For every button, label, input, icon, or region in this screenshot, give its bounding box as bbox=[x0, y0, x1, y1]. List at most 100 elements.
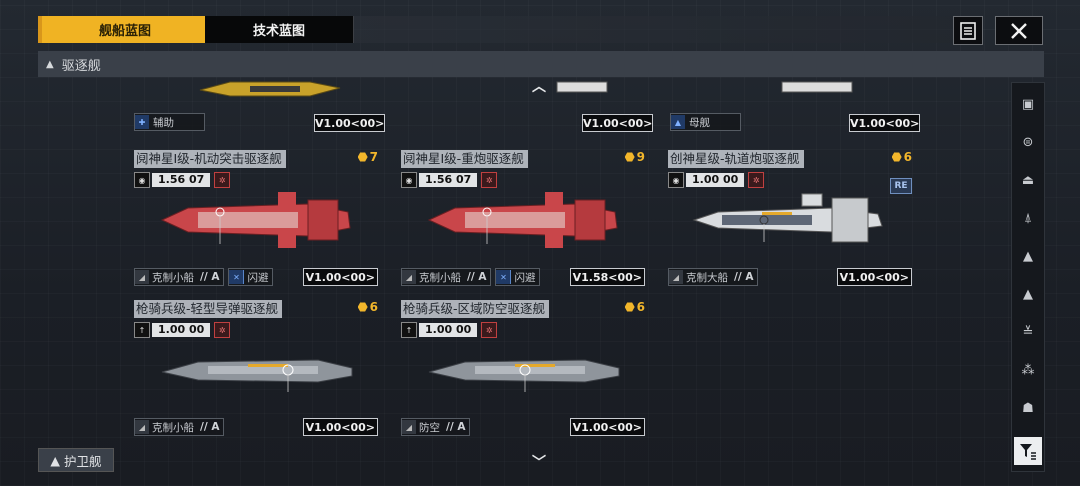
tag-grade: // A bbox=[467, 271, 487, 283]
ship-image-partial-right bbox=[781, 81, 853, 93]
section-header-destroyer[interactable]: ▲ 驱逐舰 bbox=[38, 51, 1044, 77]
stat-row: ◉ 1.56 07 ✲ bbox=[401, 172, 498, 188]
notes-button[interactable] bbox=[953, 16, 983, 45]
stat-value: 1.00 00 bbox=[152, 323, 211, 337]
sidebar-item-battlecruiser[interactable]: ⏏ bbox=[1012, 163, 1044, 197]
collapse-triangle-icon: ▲ bbox=[46, 58, 54, 70]
cost-hex-icon bbox=[624, 152, 635, 162]
auxiliary-class-icon: ☗ bbox=[1022, 400, 1034, 416]
counter-icon: ◢ bbox=[135, 270, 149, 284]
stat-value: 1.00 00 bbox=[686, 173, 745, 187]
section-header-frigate[interactable]: ▲ 护卫舰 bbox=[38, 448, 114, 472]
support-icon: ✚ bbox=[135, 115, 149, 129]
ship-image-partial-middle bbox=[556, 81, 608, 93]
ship-image bbox=[428, 359, 620, 392]
cost-badge: 9 bbox=[624, 150, 645, 164]
tag-grade: // A bbox=[446, 421, 466, 433]
counter-icon: ◢ bbox=[135, 420, 149, 434]
document-icon bbox=[960, 21, 976, 40]
ship-card[interactable]: 枪骑兵级-区域防空驱逐舰 6 ↑ 1.00 00 ✲ ◢ 防空 // A V1.00… bbox=[401, 300, 647, 440]
faction-icon: ✲ bbox=[481, 172, 498, 188]
sidebar-item-carrier[interactable]: ▣ bbox=[1012, 87, 1044, 121]
cost-hex-icon bbox=[624, 302, 635, 312]
faction-icon: ✲ bbox=[214, 322, 231, 338]
tab-tech-blueprints[interactable]: 技术蓝图 bbox=[205, 16, 354, 43]
cost-value: 9 bbox=[636, 150, 645, 164]
speed-icon: ◉ bbox=[668, 172, 684, 188]
stat-row: ◉ 1.56 07 ✲ bbox=[134, 172, 231, 188]
evade-icon: ✕ bbox=[229, 270, 245, 284]
battlecruiser-class-icon: ⏏ bbox=[1021, 172, 1035, 188]
stat-value: 1.56 07 bbox=[419, 173, 478, 187]
close-icon bbox=[1011, 22, 1027, 39]
counter-icon: ◢ bbox=[402, 270, 416, 284]
ship-image-partial-auxiliary bbox=[199, 81, 341, 97]
anti-air-icon: ◢ bbox=[402, 420, 416, 434]
sidebar-item-cruiser[interactable]: ⍋ bbox=[1012, 201, 1044, 235]
filter-button[interactable] bbox=[1014, 437, 1042, 465]
sidebar-item-corvette[interactable]: ≚ bbox=[1012, 315, 1044, 349]
anti-air-tag: ◢ 防空 // A bbox=[401, 418, 471, 436]
evade-tag: ✕ 闪避 bbox=[495, 268, 541, 286]
faction-icon: ✲ bbox=[214, 172, 231, 188]
sidebar-item-aircraft[interactable]: ⁂ bbox=[1012, 353, 1044, 387]
cost-hex-icon bbox=[357, 302, 368, 312]
sidebar-item-battleship[interactable]: ⊜ bbox=[1012, 125, 1044, 159]
counter-tag: ◢ 克制小船 // A bbox=[134, 268, 225, 286]
ship-image bbox=[692, 193, 883, 243]
ship-title: 枪骑兵级-轻型导弹驱逐舰 bbox=[134, 300, 283, 318]
ship-card[interactable]: 阋神星I级-机动突击驱逐舰 7 ◉ 1.56 07 ✲ ◢ 克制小船 // A ✕ 闪… bbox=[134, 150, 380, 290]
stat-value: 1.00 00 bbox=[419, 323, 478, 337]
ship-card[interactable]: 枪骑兵级-轻型导弹驱逐舰 6 ↑ 1.00 00 ✲ ◢ 克制小船 // A V1.… bbox=[134, 300, 380, 440]
stat-row: ◉ 1.00 00 ✲ bbox=[668, 172, 765, 188]
faction-icon: ✲ bbox=[481, 322, 498, 338]
cost-hex-icon bbox=[891, 152, 902, 162]
ship-card[interactable]: 创神星级-轨道炮驱逐舰 6 ◉ 1.00 00 ✲ RE ◢ 克制大船 // A V… bbox=[668, 150, 914, 290]
tag-grade: // A bbox=[200, 421, 220, 433]
ship-card[interactable]: 阋神星I级-重炮驱逐舰 9 ◉ 1.56 07 ✲ ◢ 克制小船// A ✕ 闪避 … bbox=[401, 150, 647, 290]
tab-ship-blueprints[interactable]: 舰船蓝图 bbox=[38, 16, 208, 43]
missile-icon: ↑ bbox=[134, 322, 150, 338]
faction-icon: ✲ bbox=[748, 172, 765, 188]
stat-value: 1.56 07 bbox=[152, 173, 211, 187]
version-label: V1.00<00> bbox=[836, 268, 912, 286]
ship-image bbox=[160, 192, 351, 248]
speed-icon: ◉ bbox=[134, 172, 150, 188]
ship-title: 阋神星I级-机动突击驱逐舰 bbox=[134, 150, 286, 168]
cost-badge: 6 bbox=[357, 300, 378, 314]
corvette-class-icon: ≚ bbox=[1022, 324, 1034, 340]
scroll-up-icon[interactable]: ︿ bbox=[532, 76, 546, 96]
tag-label: 母舰 bbox=[689, 116, 710, 129]
close-button[interactable] bbox=[995, 16, 1043, 45]
top-strip-right-version: V1.00<00> bbox=[849, 114, 921, 132]
tag-label: 辅助 bbox=[153, 116, 174, 129]
version-label: V1.00<00> bbox=[302, 268, 378, 286]
sidebar-item-auxiliary[interactable]: ☗ bbox=[1012, 391, 1044, 425]
destroyer-class-icon: ▲ bbox=[1023, 248, 1033, 264]
cost-value: 6 bbox=[903, 150, 912, 164]
counter-tag: ◢ 克制大船 // A bbox=[668, 268, 759, 286]
cost-badge: 7 bbox=[357, 150, 378, 164]
frigate-class-icon: ▲ bbox=[1023, 286, 1033, 302]
evade-tag: ✕ 闪避 bbox=[228, 268, 274, 286]
section-title: 护卫舰 bbox=[64, 453, 102, 469]
top-strip-middle-version: V1.00<00> bbox=[582, 114, 654, 132]
tag-label: 克制小船 bbox=[419, 271, 461, 284]
tab-bar-decoration bbox=[353, 16, 953, 43]
scroll-down-icon[interactable]: ﹀ bbox=[532, 452, 546, 472]
version-label: V1.58<00> bbox=[569, 268, 645, 286]
cost-value: 6 bbox=[369, 300, 378, 314]
carrier-icon: ▲ bbox=[671, 115, 685, 129]
tag-label: 防空 bbox=[419, 421, 440, 434]
top-strip-right-tag: ▲ 母舰 bbox=[670, 113, 741, 131]
tag-label: 克制小船 bbox=[152, 271, 194, 284]
counter-tag: ◢ 克制小船 // A bbox=[401, 268, 492, 286]
speed-icon: ◉ bbox=[401, 172, 417, 188]
version-label: V1.00<00> bbox=[569, 418, 645, 436]
sidebar-item-frigate[interactable]: ▲ bbox=[1012, 277, 1044, 311]
sidebar-item-destroyer[interactable]: ▲ bbox=[1012, 239, 1044, 273]
version-label: V1.00<00> bbox=[302, 418, 378, 436]
counter-tag: ◢ 克制小船 // A bbox=[134, 418, 225, 436]
ship-title: 阋神星I级-重炮驱逐舰 bbox=[401, 150, 528, 168]
missile-icon: ↑ bbox=[401, 322, 417, 338]
